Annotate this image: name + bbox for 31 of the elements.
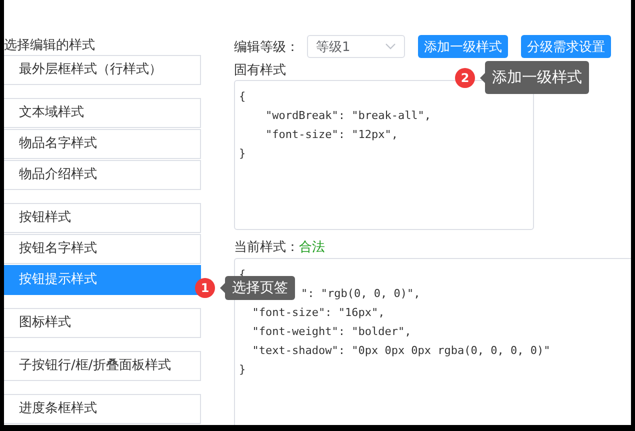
code-line: } (239, 363, 246, 376)
style-list-item[interactable]: 按钮样式 (4, 203, 201, 233)
guide-tooltip: 添加一级样式 (485, 61, 589, 94)
code-line: ": "rgb(0, 0, 0)", (301, 287, 420, 300)
style-list-item[interactable]: 按钮名字样式 (4, 234, 201, 264)
code-line: "wordBreak": "break-all", (264, 108, 432, 124)
section-label: 当前样式： (234, 239, 299, 257)
style-list-item[interactable]: 子按钮行/框/折叠面板样式 (4, 351, 201, 381)
code-line: "font-size": "12px", (264, 127, 399, 143)
sidebar-heading: 选择编辑的样式 (4, 37, 96, 55)
status-text: 合法 (299, 239, 325, 257)
code-line: "text-shadow": "0px 0px 0px rgba(0, 0, 0, 0)" (251, 344, 550, 357)
style-list-item[interactable]: 进度条框样式 (4, 394, 201, 424)
style-list-item[interactable]: 文本域样式 (4, 98, 201, 128)
tooltip-pointer-icon (220, 283, 225, 293)
style-list-item[interactable]: 物品介绍样式 (4, 160, 201, 190)
section-label: 固有样式 (234, 62, 286, 80)
code-line: "font-weight": "bolder", (251, 325, 412, 338)
style-list-item[interactable]: 最外层框样式（行样式） (4, 55, 201, 85)
code-line: } (239, 146, 247, 162)
style-list-item[interactable]: 图标样式 (4, 308, 201, 338)
chevron-down-icon (385, 43, 396, 50)
code-line: "font-size": "16px", (251, 306, 385, 319)
tooltip-pointer-icon (480, 72, 485, 82)
code-line: { (239, 89, 247, 105)
level-label: 编辑等级： (234, 38, 299, 56)
style-list-item[interactable]: 物品名字样式 (4, 129, 201, 159)
level-select[interactable]: 等级1 (307, 35, 405, 58)
guide-tooltip: 选择页签 (225, 276, 295, 300)
step-badge: 1 (195, 278, 215, 298)
step-badge: 2 (455, 68, 475, 88)
